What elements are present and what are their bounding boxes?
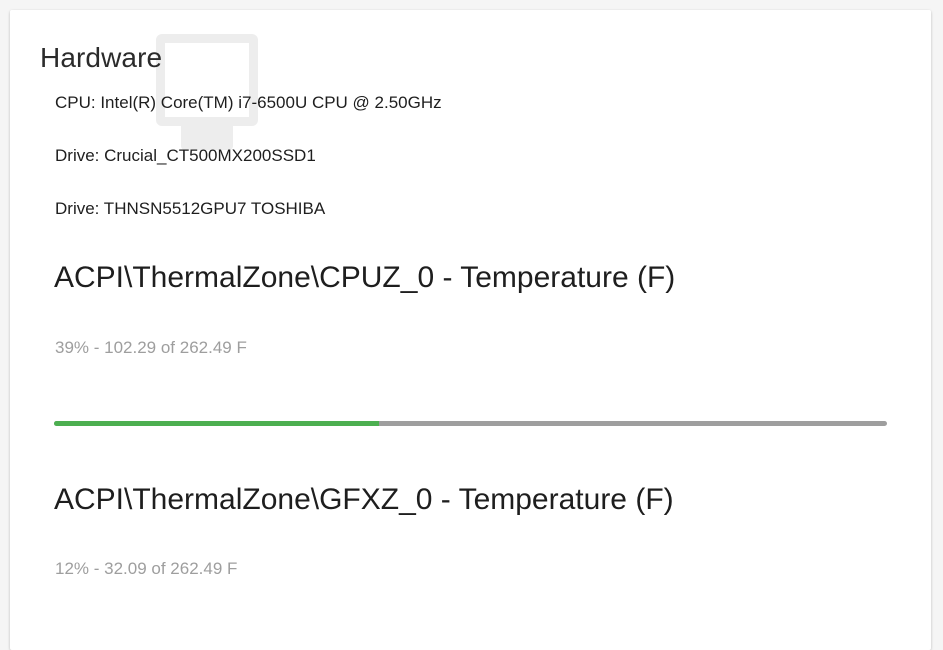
sensor-title-cpuz: ACPI\ThermalZone\CPUZ_0 - Temperature (F… [54, 261, 676, 294]
cpu-info: CPU: Intel(R) Core(TM) i7-6500U CPU @ 2.… [55, 93, 442, 112]
sensor-progress-cpuz [54, 421, 887, 426]
drive-info-2: Drive: THNSN5512GPU7 TOSHIBA [55, 199, 326, 218]
hardware-card: Hardware CPU: Intel(R) Core(TM) i7-6500U… [10, 10, 931, 650]
monitor-icon [156, 34, 258, 150]
sensor-progress-fill-cpuz [54, 421, 379, 426]
card-title: Hardware [40, 42, 163, 73]
sensor-summary-cpuz: 39% - 102.29 of 262.49 F [55, 338, 247, 357]
sensor-title-gfxz: ACPI\ThermalZone\GFXZ_0 - Temperature (F… [54, 483, 674, 516]
sensor-summary-gfxz: 12% - 32.09 of 262.49 F [55, 559, 238, 578]
drive-info-1: Drive: Crucial_CT500MX200SSD1 [55, 146, 316, 165]
